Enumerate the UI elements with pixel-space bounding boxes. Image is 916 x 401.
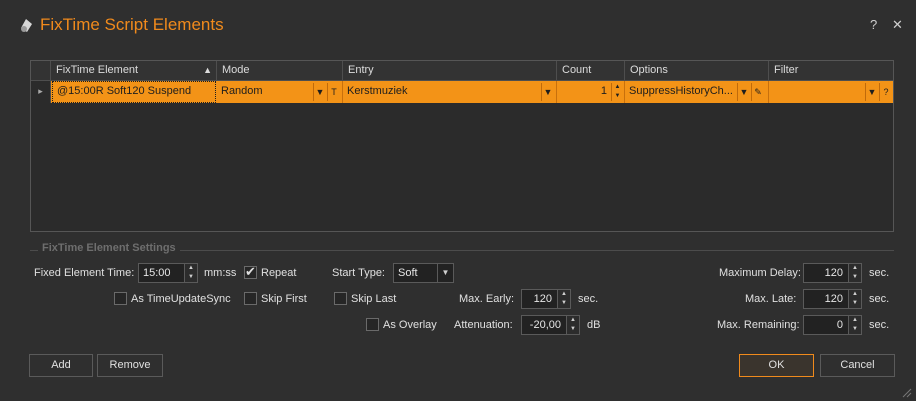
cell-options[interactable]: SuppressHistoryCh... ▼ ✎ (625, 81, 769, 103)
row-indicator-icon: ▸ (31, 81, 51, 103)
skip-last-label: Skip Last (351, 293, 397, 305)
max-late-input[interactable]: 120 ▲ ▼ (803, 289, 862, 309)
settings-group-title: FixTime Element Settings (38, 242, 180, 254)
spin-up-icon[interactable]: ▲ (849, 264, 861, 273)
app-icon (21, 19, 32, 32)
spin-up-icon[interactable]: ▲ (849, 316, 861, 325)
spin-down-icon[interactable]: ▼ (185, 273, 197, 282)
fixtime-elements-grid[interactable]: FixTime Element ▲ Mode Entry Count Optio… (30, 60, 894, 232)
spin-up-icon[interactable]: ▲ (849, 290, 861, 299)
max-early-unit: sec. (578, 293, 599, 305)
spin-down-icon[interactable]: ▼ (558, 299, 570, 308)
spin-up-icon[interactable]: ▲ (185, 264, 197, 273)
fixed-time-input[interactable]: 15:00 ▲ ▼ (138, 263, 198, 283)
spin-down-icon[interactable]: ▼ (849, 325, 861, 334)
window-title: FixTime Script Elements (40, 15, 224, 34)
max-delay-input[interactable]: 120 ▲ ▼ (803, 263, 862, 283)
skip-last-checkbox[interactable] (334, 292, 347, 305)
row-indicator-header (31, 61, 51, 81)
max-late-unit: sec. (869, 293, 890, 305)
cell-fixtime-element[interactable]: @15:00R Soft120 Suspend (52, 81, 216, 103)
close-button[interactable]: ✕ (892, 17, 903, 33)
filter-dropdown-chevron-icon[interactable]: ▼ (865, 83, 878, 101)
cell-count[interactable]: 1 ▲ ▼ (557, 81, 625, 103)
filter-help-button[interactable]: ? (879, 83, 892, 101)
column-header-filter[interactable]: Filter (769, 61, 893, 81)
help-button[interactable]: ? (870, 17, 877, 32)
column-header-mode[interactable]: Mode (217, 61, 343, 81)
column-header-count[interactable]: Count (557, 61, 625, 81)
skip-first-checkbox[interactable] (244, 292, 257, 305)
fixed-time-unit: mm:ss (204, 267, 237, 279)
repeat-checkbox[interactable]: ✔ (244, 264, 257, 279)
repeat-label: Repeat (261, 267, 297, 279)
ok-button[interactable]: OK (739, 354, 814, 377)
max-early-input[interactable]: 120 ▲ ▼ (521, 289, 571, 309)
cell-filter[interactable]: ▼ ? (769, 81, 893, 103)
max-delay-spinner[interactable]: ▲ ▼ (848, 264, 861, 282)
mode-dropdown-chevron-icon[interactable]: ▼ (313, 83, 326, 101)
max-delay-unit: sec. (869, 267, 890, 279)
max-remaining-unit: sec. (869, 319, 890, 331)
skip-first-label: Skip First (261, 293, 307, 305)
start-type-label: Start Type: (332, 267, 385, 279)
attenuation-unit: dB (587, 319, 601, 331)
options-dropdown-chevron-icon[interactable]: ▼ (737, 83, 750, 101)
spin-down-icon[interactable]: ▼ (849, 273, 861, 282)
cell-entry[interactable]: Kerstmuziek ▼ (343, 81, 557, 103)
column-header-entry[interactable]: Entry (343, 61, 557, 81)
as-overlay-label: As Overlay (383, 319, 437, 331)
spin-down-icon[interactable]: ▼ (849, 299, 861, 308)
add-button[interactable]: Add (29, 354, 93, 377)
max-early-spinner[interactable]: ▲ ▼ (557, 290, 570, 308)
as-timeupdatesync-checkbox[interactable] (114, 292, 127, 305)
max-remaining-input[interactable]: 0 ▲ ▼ (803, 315, 862, 335)
options-edit-icon[interactable]: ✎ (751, 83, 764, 101)
entry-dropdown-chevron-icon[interactable]: ▼ (541, 83, 554, 101)
remove-button[interactable]: Remove (97, 354, 163, 377)
attenuation-input[interactable]: -20,00 ▲ ▼ (521, 315, 580, 335)
spin-up-icon[interactable]: ▲ (558, 290, 570, 299)
max-early-label: Max. Early: (459, 293, 515, 305)
sort-ascending-icon: ▲ (203, 65, 212, 75)
max-remaining-spinner[interactable]: ▲ ▼ (848, 316, 861, 334)
attenuation-label: Attenuation: (454, 319, 513, 331)
spin-down-icon[interactable]: ▼ (612, 92, 623, 101)
column-header-options[interactable]: Options (625, 61, 769, 81)
check-icon: ✔ (245, 264, 256, 279)
max-late-spinner[interactable]: ▲ ▼ (848, 290, 861, 308)
fixed-time-spinner[interactable]: ▲ ▼ (184, 264, 197, 282)
spin-down-icon[interactable]: ▼ (567, 325, 579, 334)
max-remaining-label: Max. Remaining: (717, 319, 800, 331)
spin-up-icon[interactable]: ▲ (612, 83, 623, 92)
as-timeupdatesync-label: As TimeUpdateSync (131, 293, 231, 305)
attenuation-spinner[interactable]: ▲ ▼ (566, 316, 579, 334)
column-header-fixtime-element[interactable]: FixTime Element ▲ (51, 61, 217, 81)
count-spinner[interactable]: ▲ ▼ (611, 83, 623, 101)
table-row[interactable]: ▸ @15:00R Soft120 Suspend Random ▼ T Ker… (31, 81, 893, 103)
mode-t-button[interactable]: T (327, 83, 340, 101)
start-type-select[interactable]: Soft ▼ (393, 263, 454, 283)
cell-mode[interactable]: Random ▼ T (217, 81, 343, 103)
cancel-button[interactable]: Cancel (820, 354, 895, 377)
as-overlay-checkbox[interactable] (366, 318, 379, 331)
resize-grip-icon[interactable] (902, 388, 912, 398)
spin-up-icon[interactable]: ▲ (567, 316, 579, 325)
fixed-time-label: Fixed Element Time: (34, 267, 135, 279)
max-delay-label: Maximum Delay: (719, 267, 801, 279)
chevron-down-icon[interactable]: ▼ (437, 264, 453, 282)
max-late-label: Max. Late: (745, 293, 797, 305)
